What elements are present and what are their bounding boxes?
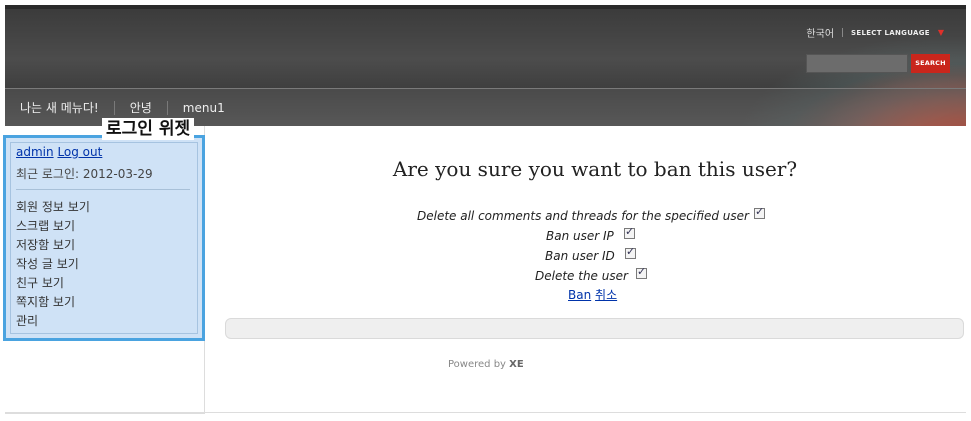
last-login-text: 최근 로그인: 2012-03-29 <box>16 167 153 181</box>
login-widget-title: 로그인 위젯 <box>102 118 195 140</box>
bottom-divider <box>5 412 966 413</box>
menu-item-saved[interactable]: 저장함 보기 <box>16 237 90 256</box>
content-bottom-bar <box>225 318 964 339</box>
menu-item-scrap[interactable]: 스크랩 보기 <box>16 218 90 237</box>
language-separator <box>842 28 844 37</box>
menu-item-my-posts[interactable]: 작성 글 보기 <box>16 256 90 275</box>
nav-item-new-menu[interactable]: 나는 새 메뉴다! <box>20 101 114 115</box>
powered-by: Powered by XE <box>448 359 524 370</box>
language-bar: 한국어 SELECT LANGUAGE ▼ <box>806 25 944 40</box>
menu-item-member-info[interactable]: 회원 정보 보기 <box>16 199 90 218</box>
powered-by-text: Powered by <box>448 359 506 370</box>
select-language-link[interactable]: SELECT LANGUAGE <box>851 29 930 37</box>
option-ban-id-checkbox[interactable] <box>625 245 636 259</box>
option-delete-user-checkbox[interactable] <box>636 265 647 279</box>
form-actions: Ban 취소 <box>568 286 617 303</box>
nav-item-menu1[interactable]: menu1 <box>166 101 240 115</box>
xe-brand-link[interactable]: XE <box>509 359 524 370</box>
ban-confirm-title: Are you sure you want to ban this user? <box>392 157 798 181</box>
option-ban-ip-checkbox[interactable] <box>624 225 635 239</box>
search-button[interactable]: SEARCH <box>911 54 950 73</box>
current-language[interactable]: 한국어 <box>806 25 834 40</box>
search-input[interactable] <box>806 54 908 73</box>
username-link[interactable]: admin <box>16 145 54 159</box>
ban-link[interactable]: Ban <box>568 288 591 302</box>
account-links: admin Log out <box>16 145 102 159</box>
site-header: 한국어 SELECT LANGUAGE ▼ SEARCH 나는 새 메뉴다! 안… <box>5 5 966 126</box>
logout-link[interactable]: Log out <box>57 145 102 159</box>
header-top-line <box>5 5 966 9</box>
option-delete-user-label: Delete the user <box>535 269 628 283</box>
option-delete-comments-checkbox[interactable] <box>754 205 765 219</box>
option-ban-id-label: Ban user ID <box>545 249 615 263</box>
option-ban-ip-label: Ban user IP <box>546 229 614 243</box>
cancel-link[interactable]: 취소 <box>595 288 617 302</box>
widget-divider <box>16 189 190 190</box>
menu-item-messages[interactable]: 쪽지함 보기 <box>16 294 90 313</box>
chevron-down-icon[interactable]: ▼ <box>938 28 944 37</box>
menu-item-admin[interactable]: 관리 <box>16 313 90 332</box>
option-delete-comments-label: Delete all comments and threads for the … <box>417 209 749 223</box>
member-menu: 회원 정보 보기 스크랩 보기 저장함 보기 작성 글 보기 친구 보기 쪽지함… <box>16 199 90 332</box>
nav-item-hello[interactable]: 안녕 <box>113 101 167 115</box>
menu-item-friends[interactable]: 친구 보기 <box>16 275 90 294</box>
